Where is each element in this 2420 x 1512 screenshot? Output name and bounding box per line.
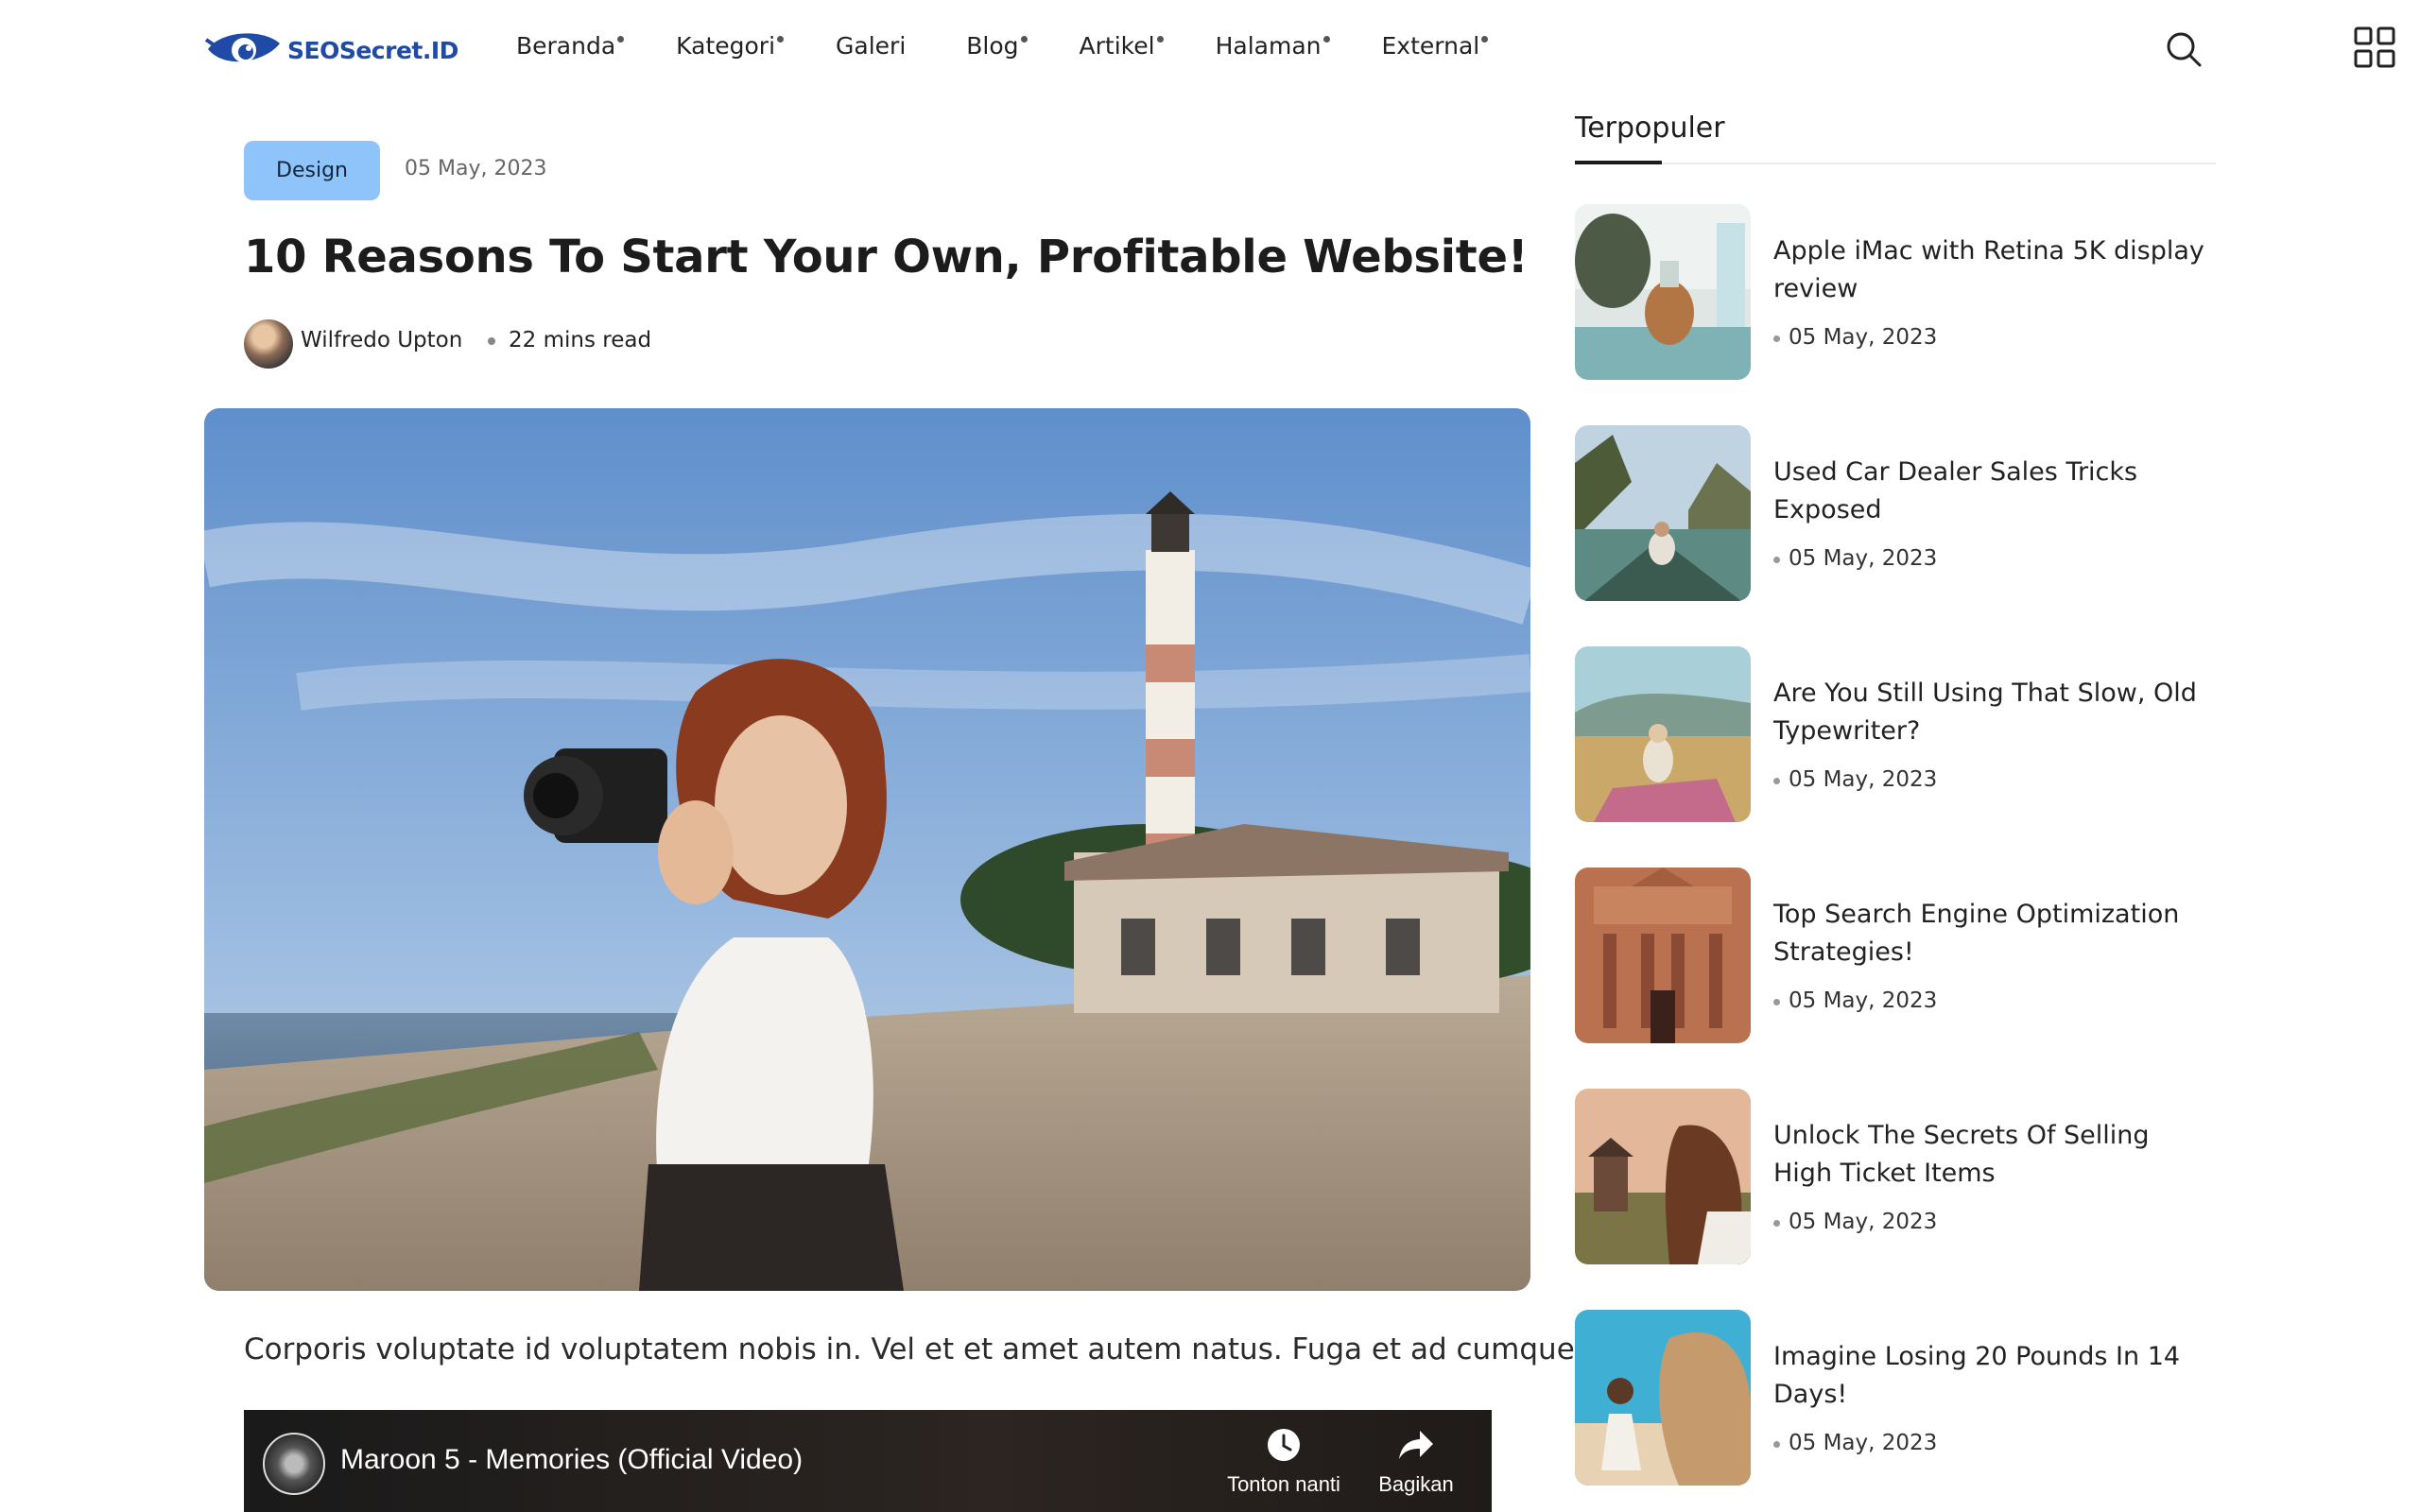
grid-menu-button[interactable] xyxy=(2354,26,2395,68)
watch-later-button[interactable]: Tonton nanti xyxy=(1218,1427,1350,1497)
popular-post-item[interactable]: Unlock The Secrets Of Selling High Ticke… xyxy=(1575,1089,2218,1264)
grid-menu-icon xyxy=(2354,26,2395,68)
share-button[interactable]: Bagikan xyxy=(1350,1427,1482,1497)
photographer-lighthouse-photo xyxy=(204,408,1530,1291)
search-icon xyxy=(2167,32,2202,67)
nav-label: Galeri xyxy=(836,32,907,60)
nav-label: External xyxy=(1381,32,1480,60)
popular-post-date: 05 May, 2023 xyxy=(1773,1210,1937,1234)
popular-post-item[interactable]: Are You Still Using That Slow, Old Typew… xyxy=(1575,646,2218,822)
boat-cliffs-photo xyxy=(1575,425,1751,601)
post-title: 10 Reasons To Start Your Own, Profitable… xyxy=(244,231,1529,284)
popular-post-date: 05 May, 2023 xyxy=(1773,325,1937,350)
submenu-dot-icon xyxy=(1156,36,1164,43)
separator-dot xyxy=(488,337,495,345)
share-label: Bagikan xyxy=(1378,1472,1454,1496)
woman-sunset-photo xyxy=(1575,1089,1751,1264)
author-avatar[interactable] xyxy=(244,319,293,369)
sidebar-divider-accent xyxy=(1575,161,1662,164)
search-button[interactable] xyxy=(2165,30,2203,68)
nav-item-galeri[interactable]: Galeri xyxy=(836,32,906,60)
nav-item-beranda[interactable]: Beranda xyxy=(516,32,625,60)
post-thumbnail[interactable] xyxy=(1575,1310,1751,1486)
post-thumbnail[interactable] xyxy=(1575,204,1751,380)
clock-icon xyxy=(1268,1429,1300,1461)
site-header: SEOSecret.ID Beranda Kategori Galeri Blo… xyxy=(0,0,2420,104)
read-time: 22 mins read xyxy=(509,328,652,352)
watch-later-label: Tonton nanti xyxy=(1227,1472,1340,1496)
vase-interior-photo xyxy=(1575,204,1751,380)
nav-label: Halaman xyxy=(1215,32,1322,60)
popular-post-date: 05 May, 2023 xyxy=(1773,988,1937,1013)
popular-post-date: 05 May, 2023 xyxy=(1773,546,1937,571)
popular-post-item[interactable]: Top Search Engine Optimization Strategie… xyxy=(1575,868,2218,1043)
post-thumbnail[interactable] xyxy=(1575,425,1751,601)
nav-item-artikel[interactable]: Artikel xyxy=(1079,32,1164,60)
popular-post-title[interactable]: Used Car Dealer Sales Tricks Exposed xyxy=(1773,454,2208,529)
popular-post-item[interactable]: Apple iMac with Retina 5K display review… xyxy=(1575,204,2218,380)
submenu-dot-icon xyxy=(1322,36,1330,43)
popular-post-item[interactable]: Used Car Dealer Sales Tricks Exposed 05 … xyxy=(1575,425,2218,601)
popular-post-date: 05 May, 2023 xyxy=(1773,767,1937,792)
eye-logo-icon xyxy=(204,33,280,62)
nav-item-external[interactable]: External xyxy=(1381,32,1489,60)
nav-item-blog[interactable]: Blog xyxy=(966,32,1028,60)
main-nav: Beranda Kategori Galeri Blog Artikel Hal… xyxy=(516,32,1540,60)
category-badge[interactable]: Design xyxy=(244,141,380,200)
logo-text: SEOSecret.ID xyxy=(287,36,458,64)
popular-post-title[interactable]: Imagine Losing 20 Pounds In 14 Days! xyxy=(1773,1338,2208,1414)
popular-post-title[interactable]: Are You Still Using That Slow, Old Typew… xyxy=(1773,675,2208,750)
nav-item-halaman[interactable]: Halaman xyxy=(1215,32,1330,60)
sidebar-heading: Terpopuler xyxy=(1575,112,1725,145)
submenu-dot-icon xyxy=(617,36,625,43)
popular-post-item[interactable]: Imagine Losing 20 Pounds In 14 Days! 05 … xyxy=(1575,1310,2218,1486)
channel-avatar[interactable] xyxy=(263,1433,325,1495)
nav-item-kategori[interactable]: Kategori xyxy=(676,32,785,60)
post-thumbnail[interactable] xyxy=(1575,868,1751,1043)
popular-post-title[interactable]: Apple iMac with Retina 5K display review xyxy=(1773,232,2208,308)
post-excerpt: Corporis voluptate id voluptatem nobis i… xyxy=(244,1332,1584,1366)
beach-rocks-photo xyxy=(1575,1310,1751,1486)
submenu-dot-icon xyxy=(777,36,785,43)
embedded-video[interactable]: Maroon 5 - Memories (Official Video) Ton… xyxy=(244,1410,1492,1512)
popular-post-title[interactable]: Unlock The Secrets Of Selling High Ticke… xyxy=(1773,1117,2208,1193)
petra-temple-photo xyxy=(1575,868,1751,1043)
nav-label: Artikel xyxy=(1079,32,1155,60)
share-arrow-icon xyxy=(1399,1431,1433,1459)
video-title[interactable]: Maroon 5 - Memories (Official Video) xyxy=(340,1444,803,1476)
nav-label: Beranda xyxy=(516,32,616,60)
submenu-dot-icon xyxy=(1020,36,1028,43)
post-date: 05 May, 2023 xyxy=(405,157,547,180)
sidebar-divider xyxy=(1575,163,2216,164)
nav-label: Kategori xyxy=(676,32,776,60)
post-thumbnail[interactable] xyxy=(1575,646,1751,822)
nav-label: Blog xyxy=(966,32,1019,60)
author-name[interactable]: Wilfredo Upton xyxy=(301,328,462,352)
popular-post-date: 05 May, 2023 xyxy=(1773,1431,1937,1455)
submenu-dot-icon xyxy=(1481,36,1489,43)
featured-image xyxy=(204,408,1530,1291)
popular-post-title[interactable]: Top Search Engine Optimization Strategie… xyxy=(1773,896,2208,971)
site-logo[interactable]: SEOSecret.ID xyxy=(204,26,458,74)
picnic-meadow-photo xyxy=(1575,646,1751,822)
post-thumbnail[interactable] xyxy=(1575,1089,1751,1264)
